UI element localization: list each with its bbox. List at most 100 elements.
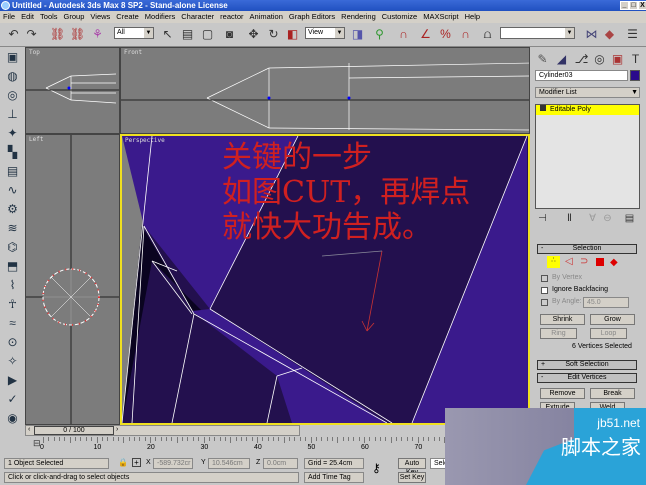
menu-help[interactable]: Help [465, 12, 480, 21]
y-coordinate-field[interactable]: 10.546cm [208, 458, 250, 469]
auto-key-button[interactable]: Auto Key [398, 458, 426, 476]
edit-named-selection-icon[interactable]: ⩍ [480, 27, 495, 42]
motion-tab-icon[interactable]: ◎ [592, 52, 607, 67]
select-object-icon[interactable]: ↖ [160, 27, 175, 42]
menu-tools[interactable]: Tools [40, 12, 58, 21]
redo-icon[interactable]: ↷ [24, 27, 39, 42]
tube-icon[interactable]: ⊥ [4, 106, 21, 123]
show-end-result-icon[interactable]: Ⅱ [562, 211, 577, 226]
soft-selection-rollout-header[interactable]: + Soft Selection [537, 360, 637, 370]
remove-button[interactable]: Remove [540, 388, 585, 399]
hinge-icon[interactable]: ⌇ [4, 277, 21, 294]
key-icon[interactable]: ⚷ [372, 461, 381, 475]
ring-button[interactable]: Ring [540, 328, 577, 339]
named-selection-dropdown[interactable]: ▼ [500, 27, 575, 39]
menu-character[interactable]: Character [181, 12, 214, 21]
select-manipulate-icon[interactable]: ⚲ [372, 27, 387, 42]
select-by-name-icon[interactable]: ▤ [180, 27, 195, 42]
shrink-button[interactable]: Shrink [540, 314, 585, 325]
ignore-backfacing-checkbox[interactable] [541, 287, 548, 294]
pin-stack-icon[interactable]: ⊣ [535, 211, 550, 226]
spring-icon[interactable]: ⚙ [4, 201, 21, 218]
utilities-tab-icon[interactable]: T [628, 52, 643, 67]
menu-edit[interactable]: Edit [21, 12, 34, 21]
configure-modifier-sets-icon[interactable]: ▤ [622, 211, 637, 226]
snap-toggle-icon[interactable]: ∩ [396, 27, 411, 42]
motor-icon[interactable]: ⌬ [4, 239, 21, 256]
pivot-center-icon[interactable]: ◨ [350, 27, 365, 42]
object-color-swatch[interactable] [630, 70, 640, 81]
cloth-icon[interactable]: ▚ [4, 144, 21, 161]
move-icon[interactable]: ✥ [246, 27, 261, 42]
close-button[interactable]: X [638, 1, 646, 10]
time-slider[interactable]: ‹ 0 / 100 › [25, 425, 300, 436]
box-icon[interactable]: ▣ [4, 49, 21, 66]
modify-tab-icon[interactable]: ◢ [554, 52, 569, 67]
set-key-button[interactable]: Set Key [398, 472, 426, 483]
border-mode-icon[interactable]: ⊃ [580, 256, 588, 267]
percent-snap-icon[interactable]: % [438, 27, 453, 42]
menu-create[interactable]: Create [116, 12, 139, 21]
z-coordinate-field[interactable]: 0.0cm [263, 458, 298, 469]
create-tab-icon[interactable]: ✎ [535, 52, 550, 67]
grow-button[interactable]: Grow [590, 314, 635, 325]
loop-button[interactable]: Loop [590, 328, 627, 339]
minimize-button[interactable]: _ [620, 1, 629, 10]
menu-graph-editors[interactable]: Graph Editors [289, 12, 335, 21]
torus-icon[interactable]: ◎ [4, 87, 21, 104]
unlink-icon[interactable]: ⛓ [70, 27, 85, 42]
menu-maxscript[interactable]: MAXScript [423, 12, 458, 21]
edit-vertices-rollout-header[interactable]: - Edit Vertices [537, 373, 637, 383]
align-icon[interactable]: ◆ [602, 27, 617, 42]
viewport-front[interactable]: Front [120, 47, 530, 134]
spinner-snap-icon[interactable]: ∩ [458, 27, 473, 42]
expand-icon[interactable] [540, 105, 546, 111]
window-crossing-icon[interactable]: ◙ [222, 27, 237, 42]
wind-icon[interactable]: ≋ [4, 220, 21, 237]
create-animation-icon[interactable]: ◉ [4, 410, 21, 427]
absolute-mode-icon[interactable]: + [132, 458, 141, 467]
modifier-list-dropdown[interactable]: Modifier List ▼ [535, 87, 640, 98]
sphere-icon[interactable]: ◍ [4, 68, 21, 85]
remove-modifier-icon[interactable]: ⊖ [600, 211, 615, 226]
break-button[interactable]: Break [590, 388, 635, 399]
angle-snap-icon[interactable]: ∠ [418, 27, 433, 42]
plane-icon[interactable]: ⬒ [4, 258, 21, 275]
viewport-top[interactable]: Top [25, 47, 120, 134]
reference-coordinate-dropdown[interactable]: View ▼ [305, 27, 345, 39]
rotate-icon[interactable]: ↻ [266, 27, 281, 42]
by-vertex-checkbox[interactable] [541, 275, 548, 282]
edge-mode-icon[interactable]: ◁ [565, 256, 573, 267]
toy-car-icon[interactable]: ⊙ [4, 334, 21, 351]
bind-space-warp-icon[interactable]: ⚘ [90, 27, 105, 42]
layer-manager-icon[interactable]: ☰ [625, 27, 640, 42]
stack-item-editable-poly[interactable]: Editable Poly [536, 105, 639, 115]
add-time-tag-button[interactable]: Add Time Tag [304, 472, 364, 483]
mirror-icon[interactable]: ⋈ [584, 27, 599, 42]
scale-icon[interactable]: ◧ [285, 27, 300, 42]
polygon-mode-icon[interactable] [596, 258, 604, 266]
display-tab-icon[interactable]: ▣ [610, 52, 625, 67]
element-mode-icon[interactable]: ◆ [610, 257, 618, 268]
object-name-field[interactable]: Cylinder03 [535, 70, 628, 81]
menu-reactor[interactable]: reactor [220, 12, 243, 21]
viewport-left[interactable]: Left [25, 134, 120, 425]
menu-rendering[interactable]: Rendering [341, 12, 376, 21]
menu-group[interactable]: Group [64, 12, 85, 21]
menu-views[interactable]: Views [90, 12, 110, 21]
hierarchy-tab-icon[interactable]: ⎇ [574, 52, 589, 67]
chevron-left-icon[interactable]: ‹ [28, 426, 30, 433]
undo-icon[interactable]: ↶ [6, 27, 21, 42]
lock-icon[interactable]: 🔒 [118, 458, 128, 467]
fracture-icon[interactable]: ✧ [4, 353, 21, 370]
reactor-icon[interactable]: ✦ [4, 125, 21, 142]
selection-filter-dropdown[interactable]: All ▼ [114, 27, 154, 39]
menu-file[interactable]: File [3, 12, 15, 21]
x-coordinate-field[interactable]: -589.732cr [153, 458, 193, 469]
analyze-icon[interactable]: ✓ [4, 391, 21, 408]
select-link-icon[interactable]: ⛓ [50, 27, 65, 42]
angle-spinner[interactable]: 45.0 [583, 297, 629, 308]
rope-icon[interactable]: ∿ [4, 182, 21, 199]
menu-animation[interactable]: Animation [250, 12, 283, 21]
water-icon[interactable]: ≈ [4, 315, 21, 332]
